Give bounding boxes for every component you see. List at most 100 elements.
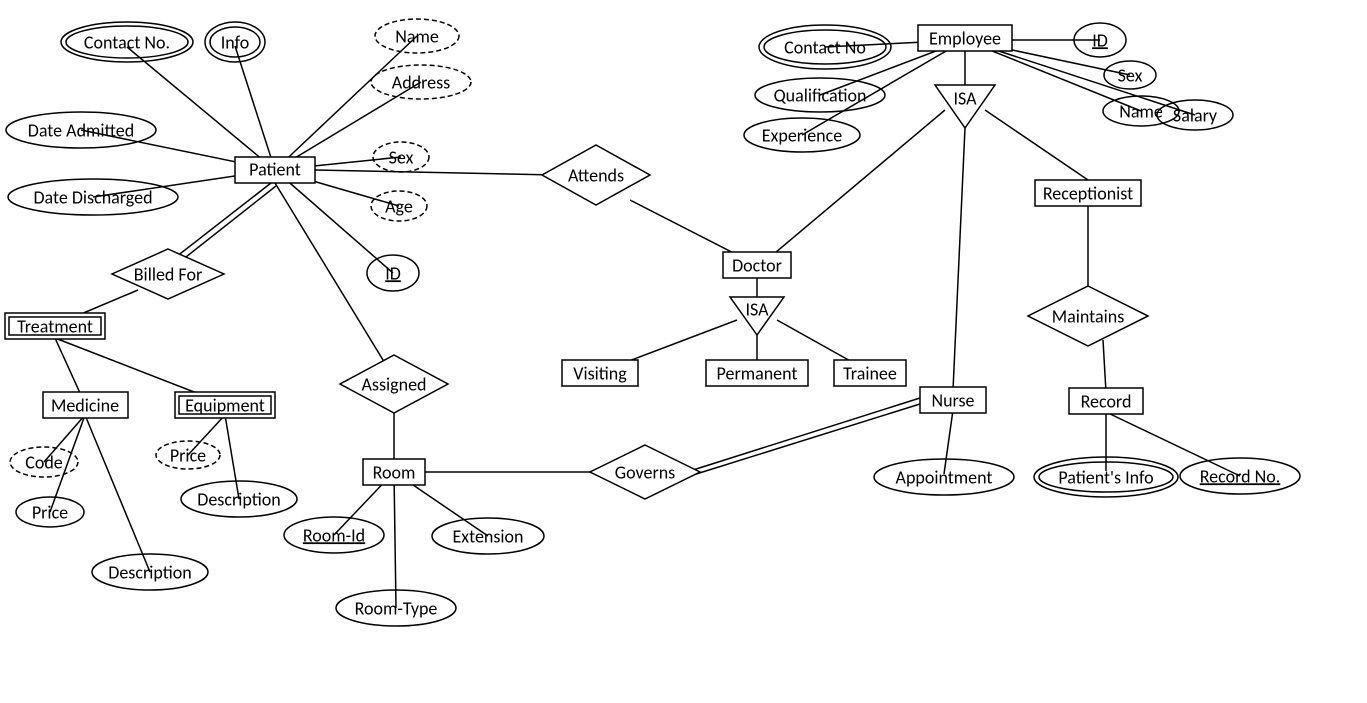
svg-text:Room: Room (373, 461, 416, 483)
isa-doctor: ISA (730, 297, 784, 335)
svg-text:Trainee: Trainee (843, 362, 897, 384)
svg-text:Record: Record (1081, 390, 1132, 412)
entity-equipment: Equipment (175, 392, 275, 418)
isa-employee: ISA (935, 85, 995, 128)
svg-text:Visiting: Visiting (573, 362, 627, 384)
entity-record: Record (1069, 388, 1143, 414)
svg-text:ID: ID (1092, 29, 1108, 51)
svg-text:Contact No: Contact No (784, 36, 866, 58)
entity-patient: Patient (235, 157, 315, 183)
svg-text:Employee: Employee (929, 27, 1001, 49)
entity-medicine: Medicine (43, 392, 128, 418)
edge (172, 186, 276, 268)
svg-text:Extension: Extension (452, 525, 523, 547)
edge (235, 46, 275, 170)
relationship-attends: Attends (542, 145, 650, 205)
attr-date-discharged: Date Discharged (8, 179, 178, 215)
svg-text:Doctor: Doctor (732, 254, 782, 276)
svg-text:Treatment: Treatment (17, 315, 93, 337)
attr-qualification: Qualification (755, 78, 885, 112)
attr-contact-no: Contact No. (61, 22, 193, 62)
attr-record-no: Record No. (1180, 458, 1300, 494)
svg-text:ISA: ISA (745, 298, 769, 320)
svg-text:Description: Description (108, 561, 191, 583)
relationship-assigned: Assigned (340, 355, 448, 413)
svg-text:Permanent: Permanent (717, 362, 798, 384)
svg-text:Address: Address (392, 71, 450, 93)
svg-text:Billed For: Billed For (134, 263, 202, 285)
edge (85, 415, 150, 572)
svg-text:ISA: ISA (953, 87, 977, 109)
edge (275, 170, 393, 273)
edge (127, 47, 275, 170)
svg-text:Equipment: Equipment (185, 394, 265, 416)
svg-text:Appointment: Appointment (896, 466, 993, 488)
entity-receptionist: Receptionist (1035, 180, 1141, 206)
svg-text:Info: Info (221, 31, 250, 53)
svg-text:Date Admitted: Date Admitted (28, 119, 134, 141)
edge (315, 170, 555, 175)
svg-text:Date Discharged: Date Discharged (33, 186, 152, 208)
relationship-governs: Governs (590, 445, 700, 499)
edge (693, 398, 920, 470)
attr-age: Age (371, 191, 427, 221)
attr-equipment-price: Price (156, 441, 220, 469)
entity-employee: Employee (918, 25, 1012, 51)
svg-text:Governs: Governs (615, 461, 675, 483)
attr-emp-contact: Contact No (759, 25, 891, 69)
svg-text:Experience: Experience (762, 124, 842, 146)
svg-text:Salary: Salary (1173, 104, 1218, 126)
attr-emp-sex: Sex (1104, 61, 1156, 89)
svg-text:Qualification: Qualification (774, 84, 867, 106)
attr-name: Name (375, 19, 459, 53)
edge (1103, 340, 1106, 392)
svg-text:Price: Price (170, 444, 206, 466)
svg-text:Maintains: Maintains (1052, 305, 1125, 327)
attr-id: ID (367, 255, 419, 291)
relationship-maintains: Maintains (1028, 286, 1148, 346)
attr-emp-salary: Salary (1157, 100, 1233, 130)
attr-emp-name: Name (1103, 96, 1179, 126)
entity-doctor: Doctor (723, 252, 791, 278)
entity-nurse: Nurse (920, 387, 986, 413)
edge (275, 183, 394, 378)
edge (394, 472, 396, 608)
svg-text:Name: Name (395, 25, 439, 47)
entity-permanent: Permanent (706, 360, 808, 386)
svg-text:Code: Code (25, 451, 63, 473)
svg-text:ID: ID (385, 262, 401, 284)
svg-text:Age: Age (385, 195, 413, 217)
svg-text:Assigned: Assigned (362, 373, 427, 395)
edge (944, 410, 953, 474)
relationship-billed-for: Billed For (112, 249, 224, 299)
edge (167, 183, 271, 264)
attr-medicine-description: Description (92, 554, 208, 590)
svg-text:Patient's Info: Patient's Info (1058, 466, 1153, 488)
svg-text:Record No.: Record No. (1200, 465, 1281, 487)
edge (693, 404, 920, 475)
edge (985, 110, 1088, 180)
svg-text:Price: Price (32, 501, 68, 523)
svg-text:Patient: Patient (249, 158, 301, 180)
svg-text:Sex: Sex (1118, 64, 1143, 86)
svg-text:Description: Description (197, 488, 280, 510)
attr-room-id: Room-Id (284, 517, 384, 553)
svg-text:Receptionist: Receptionist (1043, 182, 1133, 204)
entity-room: Room (363, 459, 425, 485)
attr-sex: Sex (373, 142, 429, 172)
attr-extension: Extension (432, 518, 544, 554)
svg-text:Medicine: Medicine (51, 394, 119, 416)
svg-text:Sex: Sex (389, 146, 414, 168)
svg-text:Nurse: Nurse (931, 389, 974, 411)
svg-text:Name: Name (1119, 100, 1163, 122)
entity-treatment: Treatment (5, 313, 105, 339)
attr-info: Info (205, 22, 265, 62)
attr-appointment: Appointment (874, 459, 1014, 495)
svg-text:Contact No.: Contact No. (84, 31, 170, 53)
svg-text:Room-Id: Room-Id (303, 524, 365, 546)
edge (953, 128, 965, 390)
attr-medicine-price: Price (16, 497, 84, 527)
svg-text:Attends: Attends (568, 164, 624, 186)
attr-date-admitted: Date Admitted (6, 112, 156, 148)
entity-trainee: Trainee (834, 360, 906, 386)
